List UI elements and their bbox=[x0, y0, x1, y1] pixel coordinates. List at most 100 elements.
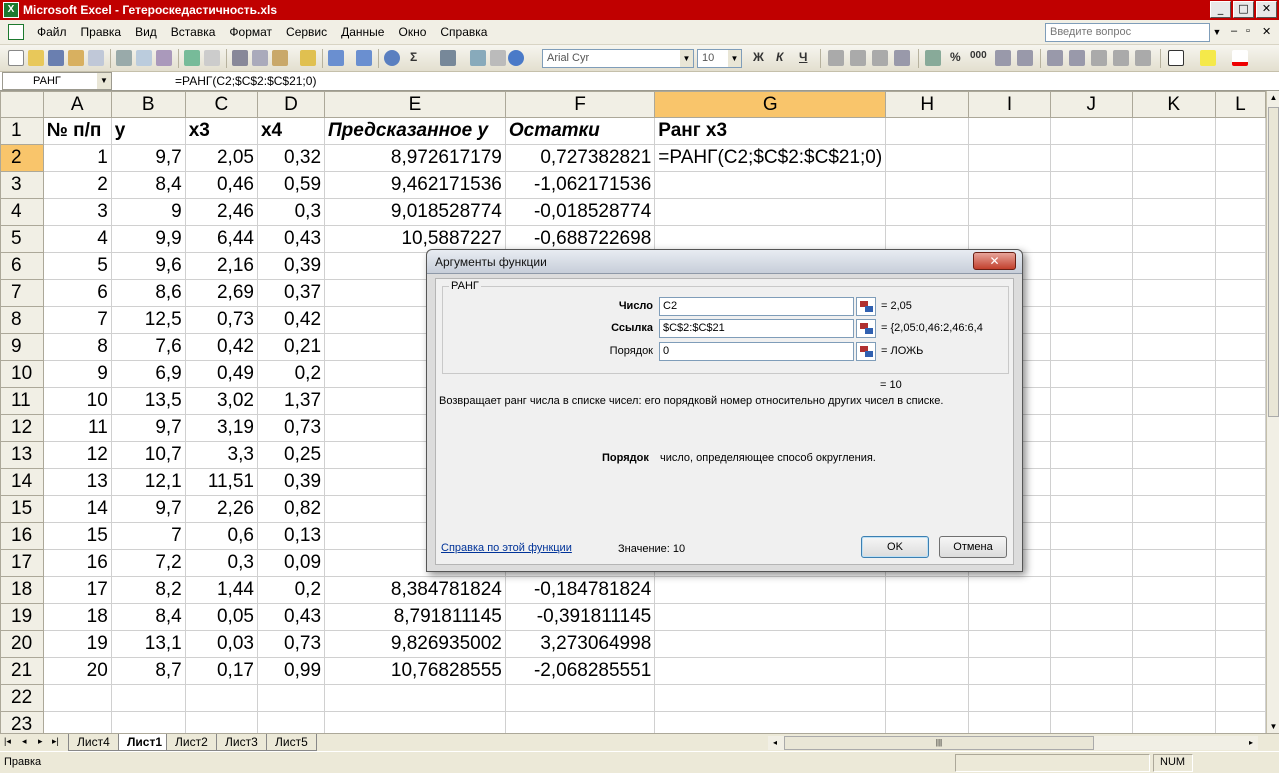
cell[interactable] bbox=[1049, 306, 1133, 334]
menu-view[interactable]: Вид bbox=[128, 25, 164, 39]
row-header[interactable]: 20 bbox=[0, 630, 44, 658]
cell[interactable]: 9,826935002 bbox=[324, 630, 506, 658]
cell[interactable]: 0,3 bbox=[184, 549, 258, 577]
cell[interactable] bbox=[654, 630, 887, 658]
cell[interactable]: 0,59 bbox=[256, 171, 326, 199]
cell[interactable] bbox=[1214, 549, 1266, 577]
cell[interactable] bbox=[654, 711, 887, 733]
cell[interactable]: 2,05 bbox=[184, 144, 258, 172]
cell[interactable] bbox=[1131, 387, 1216, 415]
cell[interactable]: 20 bbox=[42, 657, 112, 685]
prev-sheet-icon[interactable]: ◂ bbox=[22, 736, 27, 747]
format-painter-icon[interactable] bbox=[300, 50, 316, 66]
align-left-icon[interactable] bbox=[828, 50, 844, 66]
cell[interactable] bbox=[885, 144, 970, 172]
cell[interactable]: 0,49 bbox=[184, 360, 258, 388]
cell[interactable] bbox=[885, 171, 970, 199]
cell[interactable]: y bbox=[110, 117, 186, 145]
cell[interactable] bbox=[1131, 603, 1216, 631]
cell[interactable]: 2,46 bbox=[184, 198, 258, 226]
increase-indent-icon[interactable] bbox=[1069, 50, 1085, 66]
cell[interactable] bbox=[968, 630, 1051, 658]
cut-icon[interactable] bbox=[232, 50, 248, 66]
cell[interactable] bbox=[1049, 333, 1133, 361]
open-icon[interactable] bbox=[28, 50, 44, 66]
cell[interactable]: 1,37 bbox=[256, 387, 326, 415]
cell[interactable]: 2,69 bbox=[184, 279, 258, 307]
sort-asc-icon[interactable] bbox=[440, 50, 456, 66]
redo-icon[interactable] bbox=[356, 50, 372, 66]
column-header[interactable]: D bbox=[256, 91, 326, 118]
cell[interactable]: -0,018528774 bbox=[504, 198, 656, 226]
cell[interactable] bbox=[885, 630, 970, 658]
cell[interactable] bbox=[1131, 198, 1216, 226]
cell[interactable]: x3 bbox=[184, 117, 258, 145]
percent-button[interactable]: % bbox=[950, 50, 961, 64]
undo-icon[interactable] bbox=[328, 50, 344, 66]
cell[interactable] bbox=[1214, 252, 1266, 280]
cell[interactable]: 9,6 bbox=[110, 252, 186, 280]
first-sheet-icon[interactable]: |◂ bbox=[4, 736, 11, 747]
workbook-icon[interactable] bbox=[8, 24, 24, 40]
cell[interactable]: 0,32 bbox=[256, 144, 326, 172]
cell[interactable] bbox=[1131, 549, 1216, 577]
doc-close-button[interactable]: ✕ bbox=[1262, 25, 1271, 38]
cell[interactable]: 15 bbox=[42, 522, 112, 550]
cell[interactable] bbox=[1214, 522, 1266, 550]
font-name-select[interactable]: Arial Cyr ▼ bbox=[542, 49, 694, 68]
cell[interactable] bbox=[1049, 198, 1133, 226]
menu-window[interactable]: Окно bbox=[391, 25, 433, 39]
cell[interactable]: 7,2 bbox=[110, 549, 186, 577]
cell[interactable]: 19 bbox=[42, 630, 112, 658]
cell[interactable]: 8 bbox=[42, 333, 112, 361]
cell[interactable]: 1,44 bbox=[184, 576, 258, 604]
cell[interactable]: 8,4 bbox=[110, 603, 186, 631]
row-header[interactable]: 4 bbox=[0, 198, 44, 226]
doc-restore-button[interactable]: ▫ bbox=[1246, 25, 1250, 37]
dialog-close-button[interactable]: ✕ bbox=[973, 252, 1016, 270]
collapse-dialog-icon[interactable] bbox=[856, 342, 876, 361]
cell[interactable]: 6,9 bbox=[110, 360, 186, 388]
cell[interactable] bbox=[184, 711, 258, 733]
cell[interactable] bbox=[1131, 441, 1216, 469]
row-header[interactable]: 15 bbox=[0, 495, 44, 523]
cell[interactable] bbox=[1214, 333, 1266, 361]
cell[interactable]: 0,99 bbox=[256, 657, 326, 685]
cell[interactable]: 10,7 bbox=[110, 441, 186, 469]
column-header[interactable]: C bbox=[184, 91, 258, 118]
row-header[interactable]: 5 bbox=[0, 225, 44, 253]
cell[interactable]: -1,062171536 bbox=[504, 171, 656, 199]
cell[interactable]: 0,73 bbox=[256, 630, 326, 658]
cell[interactable] bbox=[1049, 711, 1133, 733]
tab-list1[interactable]: Лист1 bbox=[118, 734, 172, 751]
cell[interactable]: 2,26 bbox=[184, 495, 258, 523]
cell[interactable] bbox=[654, 603, 887, 631]
currency-icon[interactable] bbox=[925, 50, 941, 66]
tab-list4[interactable]: Лист4 bbox=[68, 734, 119, 751]
cell[interactable]: 13,1 bbox=[110, 630, 186, 658]
cell[interactable] bbox=[1131, 468, 1216, 496]
cell[interactable]: 7 bbox=[110, 522, 186, 550]
cell[interactable] bbox=[1214, 441, 1266, 469]
column-header[interactable]: F bbox=[504, 91, 656, 118]
menu-format[interactable]: Формат bbox=[222, 25, 279, 39]
function-help-link[interactable]: Справка по этой функции bbox=[441, 542, 572, 554]
cell[interactable] bbox=[968, 576, 1051, 604]
cell[interactable]: -2,068285551 bbox=[504, 657, 656, 685]
symbol-icon[interactable] bbox=[1091, 50, 1107, 66]
cell[interactable] bbox=[1214, 387, 1266, 415]
cell[interactable] bbox=[1049, 468, 1133, 496]
cell[interactable] bbox=[1131, 252, 1216, 280]
cell[interactable]: 11 bbox=[42, 414, 112, 442]
cell[interactable] bbox=[1214, 657, 1266, 685]
cell[interactable] bbox=[1131, 225, 1216, 253]
scroll-down-icon[interactable]: ▼ bbox=[1267, 720, 1279, 733]
cell[interactable] bbox=[1131, 630, 1216, 658]
font-color-icon[interactable] bbox=[1232, 50, 1248, 66]
cell[interactable]: -0,184781824 bbox=[504, 576, 656, 604]
italic-button[interactable]: К bbox=[776, 50, 783, 64]
cell[interactable]: 0,05 bbox=[184, 603, 258, 631]
cell[interactable]: 0,727382821 bbox=[504, 144, 656, 172]
cell[interactable] bbox=[968, 711, 1051, 733]
cell[interactable] bbox=[1214, 414, 1266, 442]
